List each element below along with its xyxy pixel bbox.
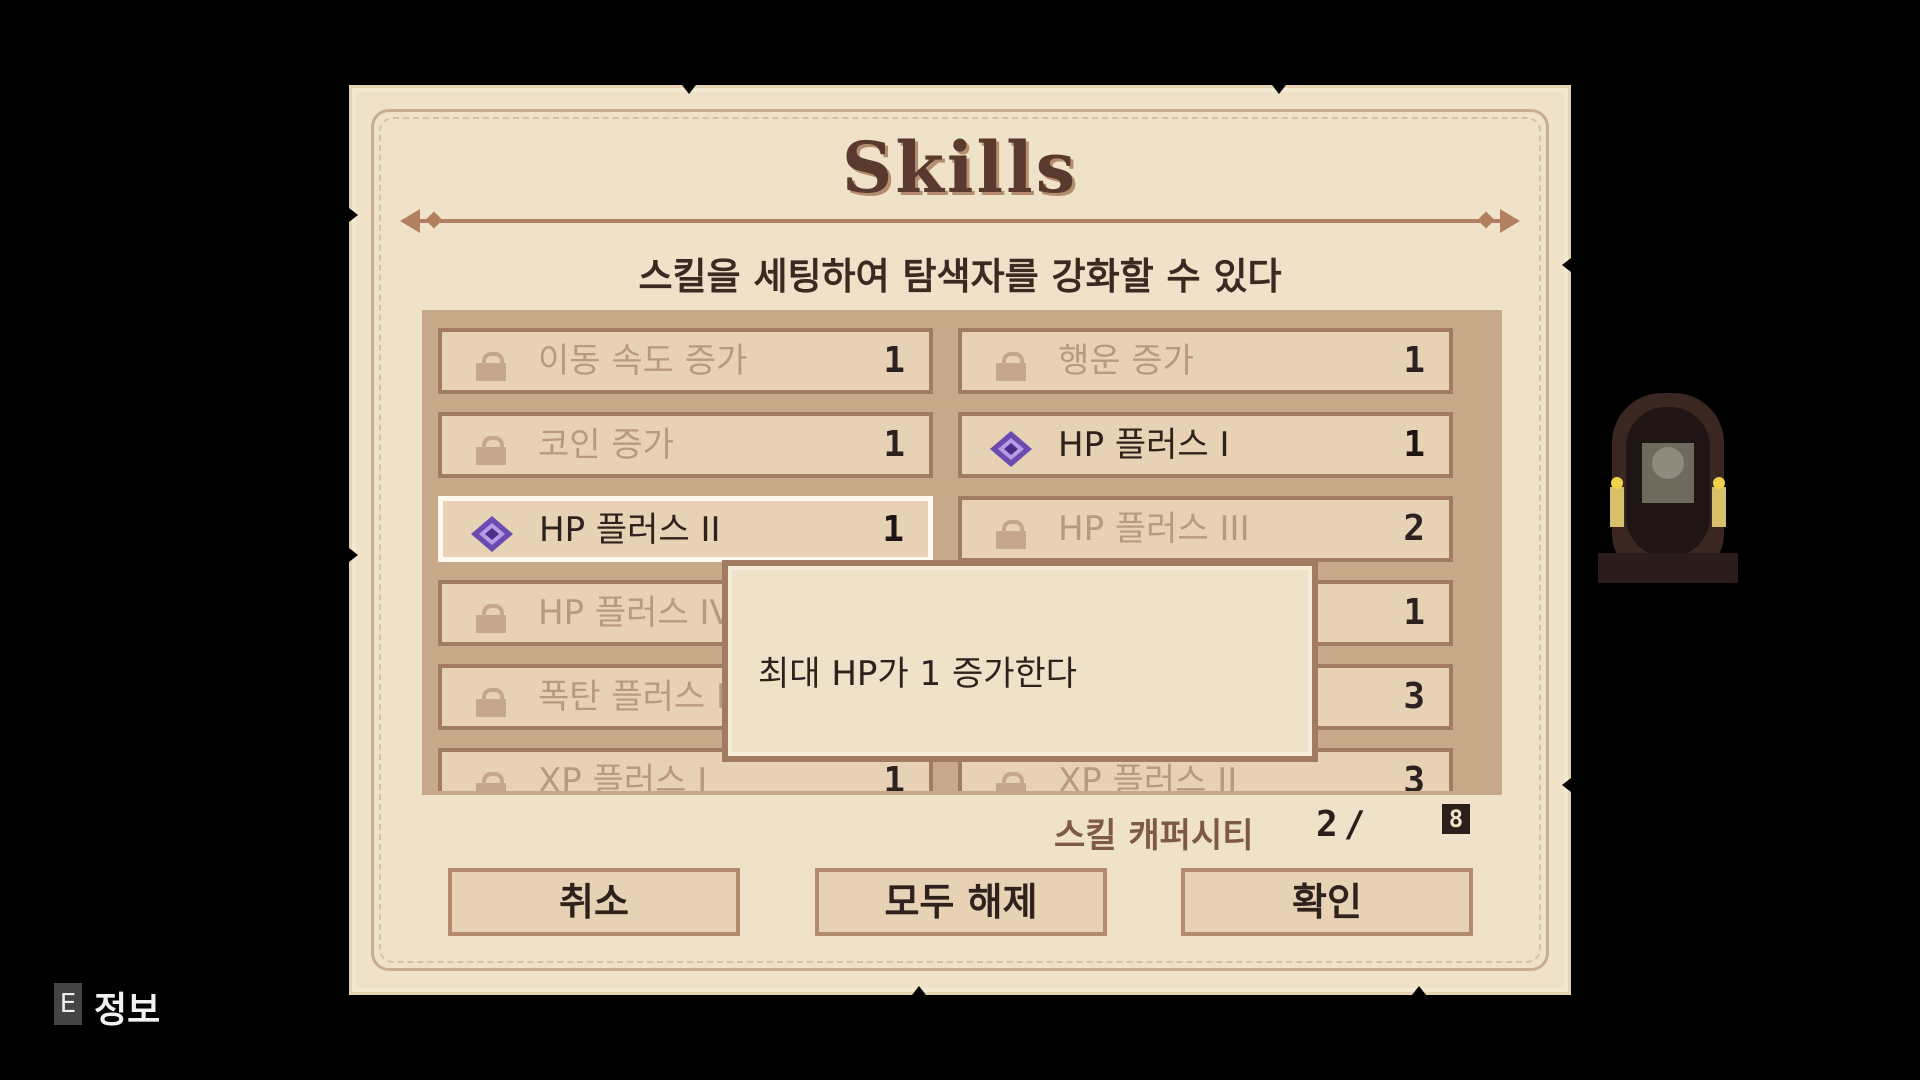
shrine-sprite — [1598, 393, 1738, 583]
skill-name: 행운 증가 — [1058, 341, 1194, 381]
edge-notch — [682, 85, 696, 94]
skill-card[interactable]: HP 플러스 II 1 — [438, 496, 933, 562]
tooltip-text: 최대 HP가 1 증가한다 — [758, 654, 1078, 694]
divider-ornament — [1500, 209, 1520, 233]
skill-cost: 1 — [883, 424, 905, 465]
edge-notch — [1412, 986, 1426, 995]
capacity-used-number: 2 — [1316, 804, 1344, 845]
lock-icon — [476, 436, 506, 465]
skill-card[interactable]: HP 플러스 I 1 — [958, 412, 1453, 478]
skills-panel: Skills 스킬을 세팅하여 탐색자를 강화할 수 있다 이동 속도 증가 1 행… — [349, 85, 1571, 995]
edge-notch — [349, 208, 358, 222]
skill-cost: 1 — [1403, 424, 1425, 465]
lock-icon — [996, 520, 1026, 549]
lock-icon — [476, 688, 506, 717]
skill-name: HP 플러스 III — [1058, 509, 1250, 549]
lock-icon — [476, 352, 506, 381]
skill-cost: 2 — [1403, 508, 1425, 549]
cancel-button[interactable]: 취소 — [448, 868, 740, 936]
skill-name: 이동 속도 증가 — [538, 341, 748, 381]
gem-icon — [990, 431, 1032, 467]
skill-card[interactable]: 행운 증가 1 — [958, 328, 1453, 394]
skill-cost: 1 — [883, 340, 905, 381]
panel-subtitle: 스킬을 세팅하여 탐색자를 강화할 수 있다 — [638, 255, 1282, 298]
edge-notch — [912, 986, 926, 995]
confirm-button[interactable]: 확인 — [1181, 868, 1473, 936]
skill-name: HP 플러스 IV — [538, 593, 733, 633]
edge-notch — [1272, 85, 1286, 94]
skill-card[interactable]: 코인 증가 1 — [438, 412, 933, 478]
edge-notch — [1562, 778, 1571, 792]
skill-name: 폭탄 플러스 II — [538, 677, 737, 717]
skill-cost: 3 — [1403, 676, 1425, 717]
skill-cost: 1 — [1403, 592, 1425, 633]
skill-tooltip: 최대 HP가 1 증가한다 — [722, 560, 1318, 762]
divider-ornament — [400, 209, 420, 233]
lock-icon — [476, 604, 506, 633]
capacity-label: 스킬 캐퍼시티 — [1054, 816, 1254, 856]
skill-name: HP 플러스 II — [539, 510, 721, 550]
skill-name: HP 플러스 I — [1058, 425, 1230, 465]
skill-cost: 3 — [1403, 760, 1425, 795]
skill-cost: 1 — [882, 509, 904, 550]
info-label: 정보 — [94, 990, 161, 1031]
panel-title: Skills — [841, 126, 1079, 209]
lock-icon — [476, 772, 506, 791]
unequip-all-button[interactable]: 모두 해제 — [815, 868, 1107, 936]
key-e-icon: E — [54, 983, 82, 1025]
skill-name: XP 플러스 I — [538, 761, 708, 795]
gem-icon — [471, 516, 513, 552]
skill-card[interactable]: HP 플러스 III 2 — [958, 496, 1453, 562]
skill-name: 코인 증가 — [538, 425, 674, 465]
lock-icon — [996, 352, 1026, 381]
capacity-used: 2/ — [1316, 804, 1371, 845]
capacity-separator: / — [1343, 804, 1372, 845]
skill-card[interactable]: 이동 속도 증가 1 — [438, 328, 933, 394]
title-divider — [400, 209, 1520, 233]
lock-icon — [996, 772, 1026, 791]
capacity-max: 8 — [1442, 804, 1470, 834]
edge-notch — [349, 548, 358, 562]
skill-cost: 1 — [1403, 340, 1425, 381]
